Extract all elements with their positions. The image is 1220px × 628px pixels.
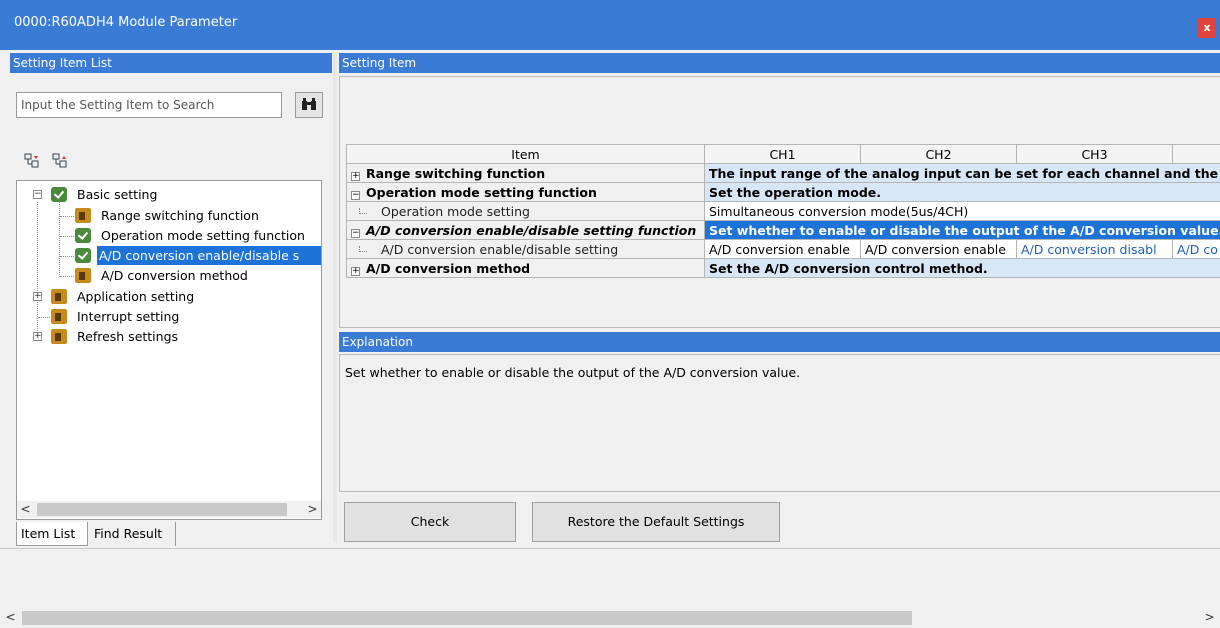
collapse-toggle-icon[interactable]: − [33, 190, 42, 199]
search-input[interactable]: Input the Setting Item to Search [16, 92, 282, 118]
grid-description-cell: Set whether to enable or disable the out… [704, 220, 1220, 240]
scroll-left-arrow-icon[interactable]: < [2, 609, 19, 626]
column-header-ch3[interactable]: CH3 [1016, 144, 1173, 164]
tree-item-operation-mode[interactable]: Operation mode setting function [17, 226, 317, 245]
tree-label: Interrupt setting [77, 309, 180, 324]
close-button[interactable]: x [1198, 18, 1216, 38]
grid-item-cell[interactable]: − Operation mode setting function [346, 182, 705, 202]
module-icon [75, 268, 91, 283]
tree-label: Application setting [77, 289, 195, 304]
column-header-ch2[interactable]: CH2 [860, 144, 1017, 164]
column-header-ch4[interactable] [1172, 144, 1220, 164]
ch2-value-cell[interactable]: A/D conversion enable [860, 239, 1017, 259]
check-icon [75, 248, 91, 263]
check-button[interactable]: Check [344, 502, 516, 542]
table-row[interactable]: + Range switching function The input rang… [346, 163, 1220, 183]
ch3-value-cell[interactable]: A/D conversion disabl [1016, 239, 1173, 259]
module-icon [51, 329, 67, 344]
check-icon [51, 187, 67, 202]
scroll-left-arrow-icon[interactable]: < [17, 501, 34, 518]
tree-label: Basic setting [77, 187, 158, 202]
scroll-right-arrow-icon[interactable]: > [1201, 609, 1218, 626]
explanation-panel: Set whether to enable or disable the out… [339, 354, 1220, 492]
tree-item-refresh-settings[interactable]: + Refresh settings [17, 327, 317, 346]
scroll-thumb[interactable] [22, 611, 912, 625]
tab-find-result[interactable]: Find Result [90, 522, 176, 546]
explanation-text: Set whether to enable or disable the out… [345, 365, 801, 380]
collapse-toggle-icon[interactable]: − [351, 190, 360, 200]
grid-description-cell: The input range of the analog input can … [704, 163, 1220, 183]
grid-item-cell[interactable]: + Range switching function [346, 163, 705, 183]
tree-label: Refresh settings [77, 329, 179, 344]
parameter-grid: Item CH1 CH2 CH3 + Range switching functi… [346, 144, 1220, 278]
table-row[interactable]: − Operation mode setting function Set the… [346, 182, 1220, 202]
grid-item-cell[interactable]: Operation mode setting [346, 201, 705, 221]
setting-item-list-header: Setting Item List [10, 53, 332, 73]
ch1-value-cell[interactable]: A/D conversion enable [704, 239, 861, 259]
grid-description-cell: Set the operation mode. [704, 182, 1220, 202]
column-header-ch1[interactable]: CH1 [704, 144, 861, 164]
grid-item-cell[interactable]: A/D conversion enable/disable setting [346, 239, 705, 259]
table-row[interactable]: − A/D conversion enable/disable setting f… [346, 220, 1220, 240]
operation-mode-value-cell[interactable]: Simultaneous conversion mode(5us/4CH) [704, 201, 1220, 221]
explanation-header: Explanation [339, 332, 1220, 352]
restore-default-button[interactable]: Restore the Default Settings [532, 502, 780, 542]
tree-label: A/D conversion enable/disable s [97, 246, 321, 265]
tree-label: Operation mode setting function [101, 228, 305, 243]
expand-all-icon[interactable] [24, 153, 44, 171]
scroll-thumb[interactable] [37, 503, 287, 516]
collapse-all-icon[interactable] [52, 153, 72, 171]
grid-description-cell: Set the A/D conversion control method. [704, 258, 1220, 278]
grid-item-cell[interactable]: − A/D conversion enable/disable setting f… [346, 220, 705, 240]
tree-item-application-setting[interactable]: + Application setting [17, 287, 317, 306]
tree-item-ad-conversion-enable[interactable]: A/D conversion enable/disable s [17, 246, 321, 265]
tree-label: Range switching function [101, 208, 259, 223]
expand-toggle-icon[interactable]: + [351, 171, 360, 181]
main-horizontal-scrollbar[interactable]: < > [0, 608, 1220, 628]
pane-splitter[interactable] [333, 53, 337, 543]
binoculars-icon [302, 98, 316, 110]
expand-toggle-icon[interactable]: + [33, 292, 42, 301]
tree-item-ad-conversion-method[interactable]: A/D conversion method [17, 266, 317, 285]
expand-toggle-icon[interactable]: + [33, 332, 42, 341]
title-bar: 0000:R60ADH4 Module Parameter x [0, 0, 1220, 50]
module-icon [51, 289, 67, 304]
column-header-item[interactable]: Item [346, 144, 705, 164]
setting-item-header: Setting Item [339, 53, 1220, 73]
search-button[interactable] [295, 92, 323, 118]
tab-item-list[interactable]: Item List [16, 522, 88, 546]
setting-item-tree: − Basic setting Range switching function… [16, 180, 322, 520]
tree-item-range-switching[interactable]: Range switching function [17, 206, 317, 225]
tree-label: A/D conversion method [101, 268, 248, 283]
grid-item-cell[interactable]: + A/D conversion method [346, 258, 705, 278]
grid-header-row: Item CH1 CH2 CH3 [346, 144, 1220, 164]
tree-horizontal-scrollbar[interactable]: < > [17, 501, 321, 518]
check-icon [75, 228, 91, 243]
module-icon [75, 208, 91, 223]
status-area [0, 548, 1220, 603]
table-row[interactable]: + A/D conversion method Set the A/D conve… [346, 258, 1220, 278]
tree-item-interrupt-setting[interactable]: Interrupt setting [17, 307, 317, 326]
module-parameter-window: 0000:R60ADH4 Module Parameter x Setting … [0, 0, 1220, 628]
window-title: 0000:R60ADH4 Module Parameter [14, 15, 238, 30]
module-icon [51, 309, 67, 324]
scroll-right-arrow-icon[interactable]: > [304, 501, 321, 518]
tree-item-basic-setting[interactable]: − Basic setting [17, 185, 317, 204]
table-row[interactable]: Operation mode setting Simultaneous conv… [346, 201, 1220, 221]
ch4-value-cell[interactable]: A/D co [1172, 239, 1220, 259]
table-row[interactable]: A/D conversion enable/disable setting A/… [346, 239, 1220, 259]
expand-toggle-icon[interactable]: + [351, 266, 360, 276]
collapse-toggle-icon[interactable]: − [351, 228, 360, 238]
